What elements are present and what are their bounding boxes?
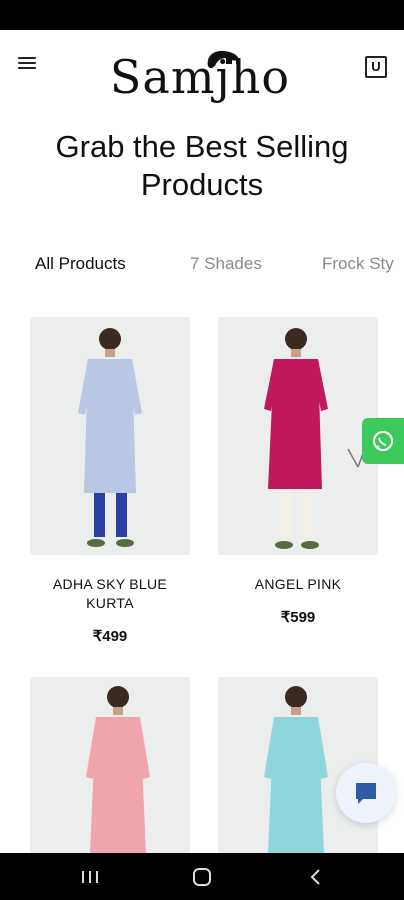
product-card[interactable]: ANGEL PINK ₹599	[218, 317, 378, 626]
logo[interactable]: Samjho	[100, 42, 310, 112]
logo-text: Samjho	[109, 50, 291, 104]
page-title: Grab the Best Selling Products	[55, 129, 349, 202]
cart-button[interactable]: U	[365, 56, 387, 78]
product-name[interactable]: ANGEL PINK	[218, 575, 378, 594]
system-nav-bar	[0, 853, 404, 900]
product-image[interactable]	[218, 317, 378, 555]
product-card[interactable]: ADHA SKY BLUE KURTA ₹499	[30, 317, 190, 645]
back-icon	[310, 869, 320, 885]
product-image[interactable]	[30, 317, 190, 555]
product-image[interactable]	[30, 677, 190, 853]
header: Samjho U	[0, 30, 404, 125]
back-button[interactable]	[296, 863, 336, 891]
menu-icon[interactable]	[18, 54, 40, 74]
recent-apps-icon	[82, 871, 98, 883]
product-name[interactable]: ADHA SKY BLUE KURTA	[30, 575, 190, 613]
cart-glyph: U	[371, 59, 381, 74]
elephant-logo-icon	[207, 50, 240, 69]
product-price: ₹599	[280, 609, 316, 626]
whatsapp-button[interactable]	[362, 418, 404, 464]
tab-frock-style[interactable]: Frock Sty	[322, 254, 394, 274]
home-icon	[193, 868, 211, 886]
home-button[interactable]	[182, 863, 222, 891]
chat-button[interactable]	[336, 763, 396, 823]
tab-7-shades[interactable]: 7 Shades	[190, 254, 262, 274]
chat-bubble-icon	[356, 783, 376, 804]
category-tabs: All Products 7 Shades Frock Sty	[0, 248, 404, 278]
status-bar	[0, 0, 404, 30]
product-card[interactable]	[30, 677, 190, 853]
product-price: ₹499	[92, 628, 128, 645]
recent-apps-button[interactable]	[70, 863, 110, 891]
tab-all-products[interactable]: All Products	[35, 254, 126, 274]
whatsapp-icon	[373, 431, 393, 451]
